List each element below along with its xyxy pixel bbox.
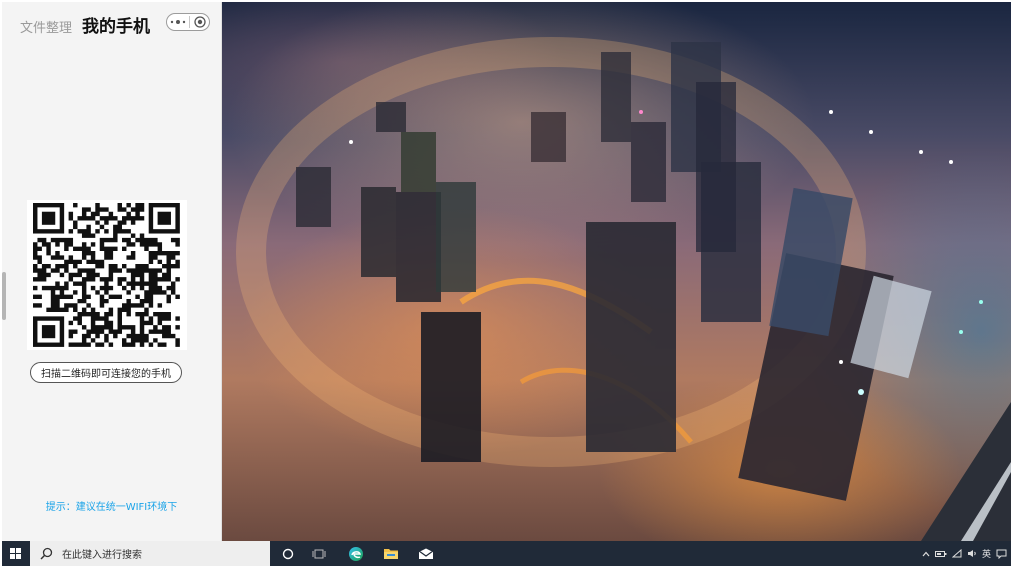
start-button[interactable] <box>2 541 28 566</box>
desktop-wallpaper <box>221 2 1011 541</box>
system-tray: 英 <box>922 541 1007 566</box>
cortana-button[interactable] <box>274 541 302 566</box>
windows-logo-icon <box>9 548 21 559</box>
edge-button[interactable] <box>342 541 370 566</box>
task-view-button[interactable] <box>305 541 333 566</box>
qr-code <box>27 200 187 350</box>
panel-resize-handle[interactable] <box>2 272 6 320</box>
tab-my-phone[interactable]: 我的手机 <box>82 12 150 37</box>
cortana-circle-icon <box>282 548 294 559</box>
input-language-indicator[interactable]: 英 <box>982 547 991 560</box>
panel-tabs: 文件整理 我的手机 <box>20 12 150 37</box>
window-capsule <box>166 13 210 31</box>
volume-icon[interactable] <box>967 549 977 558</box>
task-view-icon <box>312 549 326 558</box>
network-icon[interactable] <box>951 549 962 558</box>
edge-browser-icon <box>349 546 363 561</box>
mail-button[interactable] <box>412 541 440 566</box>
taskbar-search-box[interactable]: 在此键入进行搜索 <box>30 541 270 566</box>
file-explorer-button[interactable] <box>377 541 405 566</box>
mail-icon <box>418 548 434 559</box>
phone-connect-panel: 文件整理 我的手机 扫描二维码即可连接您的手机 提示：建议在统一WIFI环境下 <box>2 2 222 541</box>
qr-finder-top-right <box>148 203 180 234</box>
search-placeholder: 在此键入进行搜索 <box>62 550 142 561</box>
qr-code-image <box>33 203 180 347</box>
battery-icon[interactable] <box>934 550 947 558</box>
file-explorer-icon <box>384 549 398 559</box>
tab-file-organize[interactable]: 文件整理 <box>20 17 72 36</box>
target-close-icon[interactable] <box>190 14 209 30</box>
more-dots-icon[interactable] <box>167 14 189 30</box>
qr-finder-top-left <box>33 203 65 234</box>
wallpaper-cityscape <box>236 37 1011 541</box>
qr-finder-bottom-left <box>33 316 65 347</box>
notification-icon[interactable] <box>996 549 1007 559</box>
scan-qr-button[interactable]: 扫描二维码即可连接您的手机 <box>30 362 182 383</box>
search-icon <box>40 547 54 561</box>
windows-taskbar: 在此键入进行搜索 英 <box>2 541 1011 566</box>
chevron-up-icon[interactable] <box>922 551 930 557</box>
wifi-tip-text: 提示：建议在统一WIFI环境下 <box>45 502 178 513</box>
